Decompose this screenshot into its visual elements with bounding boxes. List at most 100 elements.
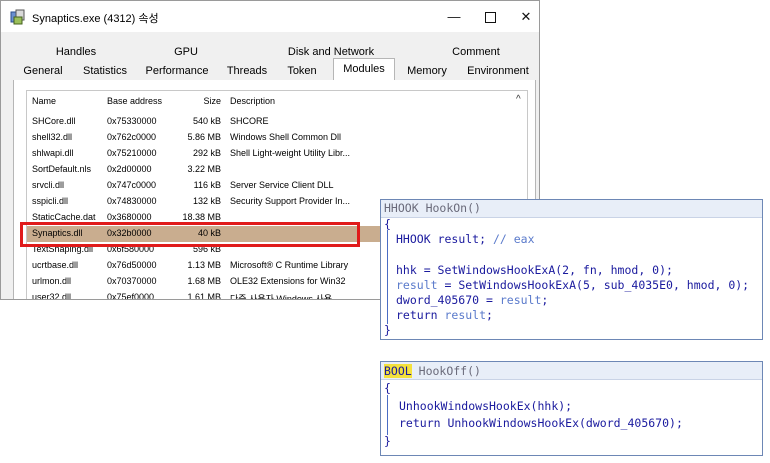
table-row[interactable]: shell32.dll 0x762c0000 5.86 MB Windows Shel… xyxy=(27,130,517,146)
table-row[interactable]: SHCore.dll 0x75330000 540 kB SHCORE xyxy=(27,114,517,130)
tab-gpu[interactable]: GPU xyxy=(151,43,221,61)
scroll-up-icon[interactable]: ^ xyxy=(516,94,521,105)
hookon-dword-result: result xyxy=(499,293,542,307)
tab-memory[interactable]: Memory xyxy=(399,62,455,80)
cell-name: sspicli.dll xyxy=(32,196,69,206)
hookon-decl-var: result; xyxy=(437,232,487,246)
cell-size: 1.68 MB xyxy=(187,276,221,286)
hookoff-signature: BOOL HookOff() xyxy=(384,363,481,379)
tab-environment[interactable]: Environment xyxy=(463,62,533,80)
hookon-line-result: result = SetWindowsHookExA(5, sub_4035E0… xyxy=(396,277,749,293)
tab-threads[interactable]: Threads xyxy=(223,62,271,80)
cell-size: 18.38 MB xyxy=(182,212,221,222)
column-header-size[interactable]: Size xyxy=(177,96,221,106)
column-header-description[interactable]: Description xyxy=(230,96,360,106)
cell-size: 540 kB xyxy=(192,116,221,126)
window-title: Synaptics.exe (4312) 속성 xyxy=(32,13,159,25)
tab-comment[interactable]: Comment xyxy=(431,43,521,61)
tab-performance[interactable]: Performance xyxy=(141,62,213,80)
hookon-close-brace: } xyxy=(384,323,391,337)
cell-base-address: 0x70370000 xyxy=(107,276,157,286)
cell-base-address: 0x2d00000 xyxy=(107,164,152,174)
hookon-brace-guide xyxy=(387,230,388,324)
hookoff-line-unhook: UnhookWindowsHookEx(hhk); xyxy=(399,399,573,413)
cell-name: shell32.dll xyxy=(32,132,73,142)
app-icon xyxy=(10,9,25,25)
hookon-result-var: result xyxy=(396,278,438,292)
cell-description: OLE32 Extensions for Win32 xyxy=(230,276,346,286)
hookon-decl-type: HHOOK xyxy=(396,232,431,246)
cell-name: ucrtbase.dll xyxy=(32,260,79,270)
column-header-name[interactable]: Name xyxy=(32,96,117,106)
cell-size: 116 kB xyxy=(193,180,221,190)
cell-size: 292 kB xyxy=(192,148,221,158)
cell-name: StaticCache.dat xyxy=(32,212,96,222)
title-bar: Synaptics.exe (4312) 속성 — ✕ xyxy=(1,1,539,32)
hookon-dword-assign: dword_405670 = xyxy=(396,293,500,307)
cell-description: Server Service Client DLL xyxy=(230,180,334,190)
cell-name: user32.dll xyxy=(32,292,72,300)
table-row[interactable]: SortDefault.nls 0x2d00000 3.22 MB xyxy=(27,162,517,178)
cell-description: Microsoft® C Runtime Library xyxy=(230,260,349,270)
cell-base-address: 0x762c0000 xyxy=(107,132,157,142)
cell-name: urlmon.dll xyxy=(32,276,72,286)
hookon-line-dword: dword_405670 = result; xyxy=(396,292,548,308)
cell-size: 1.61 MB xyxy=(187,292,221,300)
tab-handles[interactable]: Handles xyxy=(41,43,111,61)
selected-row-highlight xyxy=(20,222,360,247)
cell-description: 다중 사용자 Windows 사용 xyxy=(230,294,332,300)
cell-base-address: 0x3680000 xyxy=(107,212,152,222)
cell-size: 5.86 MB xyxy=(187,132,221,142)
cell-description: Windows Shell Common Dll xyxy=(230,132,342,142)
cell-size: 132 kB xyxy=(192,196,221,206)
list-header: Name Base address Size Description xyxy=(27,91,517,111)
close-button[interactable]: ✕ xyxy=(507,1,539,32)
cell-base-address: 0x747c0000 xyxy=(107,180,157,190)
hookon-line-hhk: hhk = SetWindowsHookExA(2, fn, hmod, 0); xyxy=(396,263,673,277)
cell-size: 1.13 MB xyxy=(187,260,221,270)
minimize-icon: — xyxy=(447,9,461,24)
close-icon: ✕ xyxy=(520,9,532,24)
hookoff-close-brace: } xyxy=(384,434,391,448)
minimize-button[interactable]: — xyxy=(435,1,473,32)
hookon-return-semicolon: ; xyxy=(486,308,493,322)
hookon-return-value: result xyxy=(444,308,487,322)
hookon-return-type: HHOOK xyxy=(384,201,419,215)
hookoff-code-panel: BOOL HookOff() { UnhookWindowsHookEx(hhk… xyxy=(380,361,763,456)
cell-description: Security Support Provider In... xyxy=(230,196,351,206)
hookon-declaration: HHOOK result; // eax xyxy=(396,231,535,247)
cell-base-address: 0x75ef0000 xyxy=(107,292,155,300)
hookon-function-name: HookOn() xyxy=(425,201,481,215)
maximize-button[interactable] xyxy=(471,1,509,32)
cell-name: srvcli.dll xyxy=(32,180,65,190)
hookon-return-keyword: return xyxy=(396,308,445,322)
hookon-decl-comment: // eax xyxy=(492,232,535,246)
cell-base-address: 0x76d50000 xyxy=(107,260,157,270)
hookon-code-panel: HHOOK HookOn() { HHOOK result; // eax hh… xyxy=(380,199,763,340)
hookon-result-expr: = SetWindowsHookExA(5, sub_4035E0, hmod,… xyxy=(437,278,750,292)
tab-token[interactable]: Token xyxy=(279,62,325,80)
hookoff-line-return: return UnhookWindowsHookEx(dword_405670)… xyxy=(399,416,683,430)
cell-name: SHCore.dll xyxy=(32,116,76,126)
tab-statistics[interactable]: Statistics xyxy=(77,62,133,80)
hookon-signature: HHOOK HookOn() xyxy=(384,200,481,216)
cell-base-address: 0x75210000 xyxy=(107,148,157,158)
maximize-icon xyxy=(484,12,496,24)
cell-description: SHCORE xyxy=(230,116,269,126)
cell-base-address: 0x74830000 xyxy=(107,196,157,206)
cell-size: 3.22 MB xyxy=(187,164,221,174)
hookoff-brace-guide xyxy=(387,395,388,435)
table-row[interactable]: srvcli.dll 0x747c0000 116 kB Server Service… xyxy=(27,178,517,194)
tab-modules[interactable]: Modules xyxy=(333,58,395,82)
table-row[interactable]: shlwapi.dll 0x75210000 292 kB Shell Light-w… xyxy=(27,146,517,162)
hookon-dword-semicolon: ; xyxy=(541,293,549,307)
column-header-base-address[interactable]: Base address xyxy=(107,96,175,106)
cell-name: SortDefault.nls xyxy=(32,164,92,174)
hookoff-open-brace: { xyxy=(384,381,391,395)
cell-name: shlwapi.dll xyxy=(32,148,74,158)
hookon-line-return: return result; xyxy=(396,307,493,323)
cell-base-address: 0x75330000 xyxy=(107,116,157,126)
tab-general[interactable]: General xyxy=(17,62,69,80)
hookoff-function-name: HookOff() xyxy=(418,364,481,378)
hookoff-return-type: BOOL xyxy=(384,364,412,378)
